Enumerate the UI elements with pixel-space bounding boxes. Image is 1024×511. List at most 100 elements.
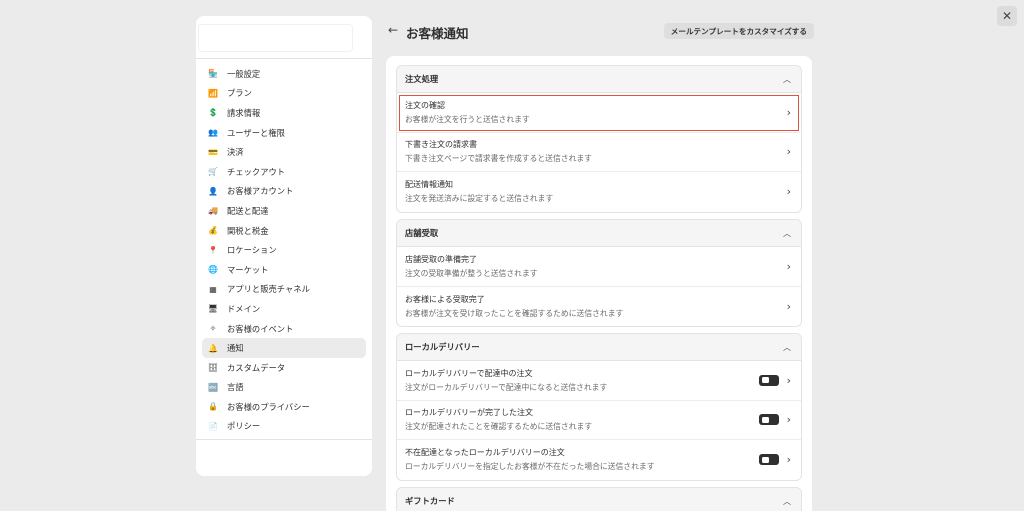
sidebar-item[interactable]: 👥 ユーザーと権限 xyxy=(202,123,366,143)
sidebar-item[interactable]: 🖥 ドメイン xyxy=(202,299,366,319)
sidebar-item-label: チェックアウト xyxy=(227,166,286,177)
sidebar-item[interactable]: 🛒 チェックアウト xyxy=(202,162,366,182)
sidebar-item-label: 通知 xyxy=(227,343,244,354)
notification-row[interactable]: 注文の確認 お客様が注文を行うと送信されます › xyxy=(397,93,801,133)
sidebar-item[interactable]: 📶 プラン xyxy=(202,84,366,104)
chevron-right-icon: › xyxy=(786,413,791,427)
notification-text: 配送情報通知 注文を発送済みに設定すると送信されます xyxy=(405,179,553,204)
section-header[interactable]: 店舗受取 ︿ xyxy=(397,220,801,247)
notification-description: ローカルデリバリーを指定したお客様が不在だった場合に送信されます xyxy=(405,462,655,472)
sidebar-item[interactable]: ▦ アプリと販売チャネル xyxy=(202,280,366,300)
sidebar-item-label: ドメイン xyxy=(227,303,261,314)
notification-text: 店舗受取の準備完了注文の受取準備が整うと送信されます xyxy=(405,254,538,279)
sidebar-item-label: 一般設定 xyxy=(227,68,261,79)
notification-text: ローカルデリバリーが完了した注文 注文が配達されたことを確認するために送信されます xyxy=(405,407,592,432)
sidebar-item[interactable]: 🗄 カスタムデータ xyxy=(202,358,366,378)
notification-section: 注文処理 ︿ 注文の確認 お客様が注文を行うと送信されます › 下書き注文の請求書 下書き注… xyxy=(396,65,802,213)
chevron-right-icon: › xyxy=(786,259,791,273)
notification-row[interactable]: 配送情報通知 注文を発送済みに設定すると送信されます › xyxy=(397,172,801,212)
notification-row[interactable]: 店舗受取の準備完了注文の受取準備が整うと送信されます › xyxy=(397,247,801,287)
sidebar-item[interactable]: 💳 決済 xyxy=(202,142,366,162)
sidebar-item[interactable]: 💲 請求情報 xyxy=(202,103,366,123)
globe-icon: 🌐 xyxy=(208,265,218,275)
close-button[interactable]: ✕ xyxy=(997,6,1017,26)
close-icon: ✕ xyxy=(1001,9,1013,23)
notification-row[interactable]: ローカルデリバリーが完了した注文 注文が配達されたことを確認するために送信されます… xyxy=(397,401,801,440)
notification-row[interactable]: お客様による受取完了 お客様が注文を受け取ったことを確認するために送信されます › xyxy=(397,287,801,327)
row-actions: › xyxy=(787,260,791,273)
notification-title: 不在配達となったローカルデリバリーの注文 xyxy=(405,448,565,458)
customize-email-templates-button[interactable]: メールテンプレートをカスタマイズする xyxy=(663,23,814,39)
sidebar-item-label: 言語 xyxy=(227,382,244,393)
chevron-right-icon: › xyxy=(786,105,791,119)
notification-row[interactable]: 下書き注文の請求書 下書き注文ページで請求書を作成すると送信されます › xyxy=(397,133,801,172)
enable-toggle[interactable] xyxy=(758,414,779,426)
notification-row[interactable]: 不在配達となったローカルデリバリーの注文ローカルデリバリーを指定したお客様が不在… xyxy=(397,440,801,480)
sidebar-item[interactable]: ✧ お客様のイベント xyxy=(202,319,366,339)
sidebar-item-label: ロケーション xyxy=(227,245,277,256)
section-header[interactable]: 注文処理 ︿ xyxy=(397,66,801,93)
sidebar-item-label: ユーザーと権限 xyxy=(227,127,285,138)
settings-sidebar: 🏪 一般設定 📶 プラン 💲 請求情報 👥 ユーザーと権限 💳 決済 🛒 チェックアウト 👤 お客様アカウ… xyxy=(196,16,372,476)
sidebar-item-label: 配送と配達 xyxy=(227,205,269,216)
notification-text: お客様による受取完了 お客様が注文を受け取ったことを確認するために送信されます xyxy=(405,294,623,319)
notification-title: 下書き注文の請求書 xyxy=(405,140,477,150)
notification-description: 注文の受取準備が整うと送信されます xyxy=(405,268,538,278)
chevron-up-icon[interactable]: ︿ xyxy=(783,342,791,353)
enable-toggle[interactable] xyxy=(758,454,779,466)
sidebar-item-label: プラン xyxy=(227,88,252,99)
store-icon: 🏪 xyxy=(208,69,218,79)
person-icon: 👤 xyxy=(208,186,218,196)
sidebar-item[interactable]: 👤 お客様アカウント xyxy=(202,182,366,202)
store-selector[interactable] xyxy=(198,24,353,52)
sidebar-item[interactable]: 🔤 言語 xyxy=(202,378,366,398)
section-title: 店舗受取 xyxy=(405,228,439,238)
sidebar-item[interactable]: 📄 ポリシー xyxy=(202,417,366,437)
row-actions: › xyxy=(758,413,791,427)
notification-text: 不在配達となったローカルデリバリーの注文ローカルデリバリーを指定したお客様が不在… xyxy=(405,447,655,472)
chevron-up-icon[interactable]: ︿ xyxy=(783,496,791,507)
sidebar-item-label: お客様のプライバシー xyxy=(227,401,310,412)
chevron-up-icon[interactable]: ︿ xyxy=(783,74,791,85)
sidebar-item[interactable]: 🏪 一般設定 xyxy=(202,64,366,84)
location-icon: 📍 xyxy=(208,245,218,255)
chevron-right-icon: › xyxy=(786,373,791,387)
section-title: ギフトカード xyxy=(405,496,455,506)
events-icon: ✧ xyxy=(209,324,217,334)
row-actions: › xyxy=(787,106,791,119)
sidebar-item-label: ポリシー xyxy=(227,421,261,432)
notification-title: お客様による受取完了 xyxy=(405,294,485,304)
sidebar-item-label: アプリと販売チャネル xyxy=(227,284,310,295)
sidebar-item[interactable]: 💰 関税と税金 xyxy=(202,221,366,241)
notification-text: ローカルデリバリーで配達中の注文 注文がローカルデリバリーで配達中になると送信され… xyxy=(405,368,607,393)
row-actions: › xyxy=(787,145,791,158)
notification-description: お客様が注文を行うと送信されます xyxy=(405,114,530,124)
chart-icon: 📶 xyxy=(208,88,218,98)
section-header[interactable]: ギフトカード ︿ xyxy=(397,488,801,511)
notification-row[interactable]: ローカルデリバリーで配達中の注文 注文がローカルデリバリーで配達中になると送信され… xyxy=(397,361,801,401)
row-actions: › xyxy=(787,185,791,198)
notification-text: 注文の確認 お客様が注文を行うと送信されます xyxy=(405,100,530,125)
notifications-panel: 注文処理 ︿ 注文の確認 お客様が注文を行うと送信されます › 下書き注文の請求書 下書き注… xyxy=(386,56,812,511)
section-header[interactable]: ローカルデリバリー ︿ xyxy=(397,334,801,361)
back-arrow-icon[interactable]: ← xyxy=(388,23,398,37)
sidebar-item-label: 決済 xyxy=(227,147,244,158)
sidebar-item-label: カスタムデータ xyxy=(227,362,286,373)
bell-icon: 🔔 xyxy=(208,343,218,353)
sidebar-item[interactable]: 🚚 配送と配達 xyxy=(202,201,366,221)
users-icon: 👥 xyxy=(208,128,218,138)
sidebar-item[interactable]: 📍 ロケーション xyxy=(202,240,366,260)
sidebar-item-label: 請求情報 xyxy=(227,107,261,118)
section-title: ローカルデリバリー xyxy=(405,342,480,352)
page-title: お客様通知 xyxy=(406,26,469,41)
sidebar-item-label: お客様アカウント xyxy=(227,186,294,197)
sidebar-item[interactable]: 🌐 マーケット xyxy=(202,260,366,280)
sidebar-item[interactable]: 🔔 通知 xyxy=(202,338,366,358)
chevron-up-icon[interactable]: ︿ xyxy=(783,228,791,239)
sidebar-divider xyxy=(196,58,372,59)
sidebar-item[interactable]: 🔒 お客様のプライバシー xyxy=(202,397,366,417)
notification-title: 店舗受取の準備完了 xyxy=(405,254,477,264)
enable-toggle[interactable] xyxy=(758,374,779,386)
notification-section: ローカルデリバリー ︿ ローカルデリバリーで配達中の注文 注文がローカルデリバリーで配… xyxy=(396,333,802,481)
cart-icon: 🛒 xyxy=(208,167,218,177)
